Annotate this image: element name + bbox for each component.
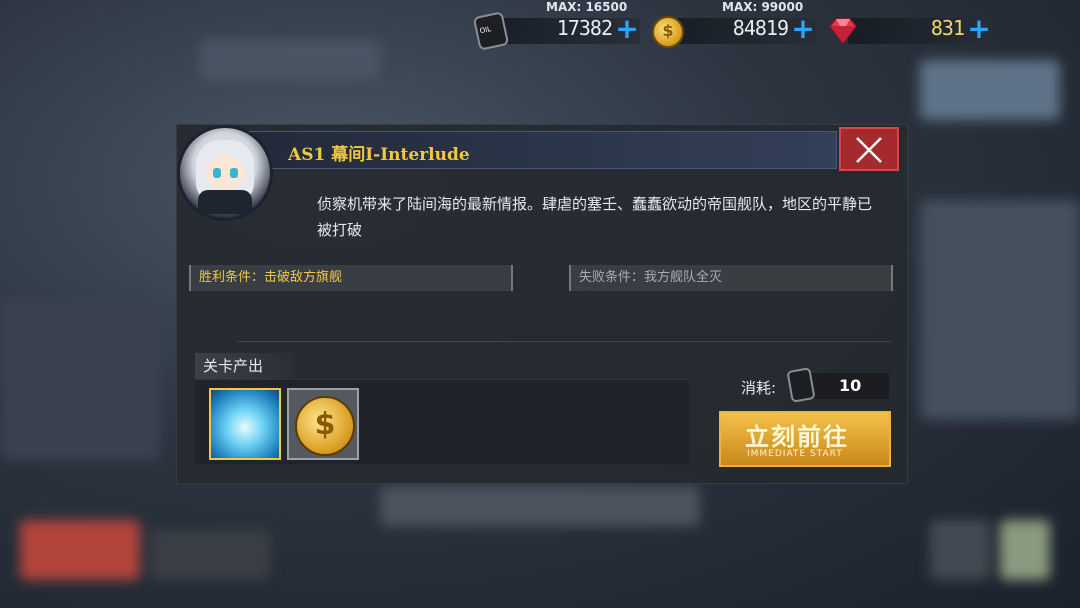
gold-coin-icon: $ xyxy=(652,16,684,48)
cube-icon[interactable] xyxy=(209,388,281,460)
victory-condition: 胜利条件：击破敌方旗舰 xyxy=(189,265,513,291)
stage-panel: AS1 幕间I-Interlude 侦察机带来了陆间海的最新情报。肆虐的塞壬、蠢… xyxy=(176,124,908,484)
commander-avatar xyxy=(177,125,273,221)
add-oil-button[interactable]: + xyxy=(614,15,640,43)
cost-value: 10 xyxy=(839,376,862,395)
start-button-sublabel: IMMEDIATE START xyxy=(747,449,843,459)
start-button-label: 立刻前往 xyxy=(745,422,849,451)
gold-value: 84819 xyxy=(732,16,789,40)
add-gem-button[interactable]: + xyxy=(966,15,992,43)
close-button[interactable] xyxy=(839,127,899,171)
gold-resource: MAX: 99000 $ 84819 + xyxy=(650,0,816,48)
defeat-condition: 失败条件：我方舰队全灭 xyxy=(569,265,893,291)
gem-resource: 831 + xyxy=(826,14,992,48)
drops-label: 关卡产出 xyxy=(195,353,295,379)
drops-list: $ xyxy=(195,379,689,464)
gem-value: 831 xyxy=(930,16,965,40)
oil-resource: MAX: 16500 OIL 17382 + xyxy=(472,0,640,51)
divider xyxy=(237,341,891,342)
stage-title-bar: AS1 幕间I-Interlude xyxy=(247,131,837,169)
stage-title: AS1 幕间I-Interlude xyxy=(288,145,470,165)
close-icon xyxy=(856,137,882,163)
add-gold-button[interactable]: + xyxy=(790,15,816,43)
oil-value: 17382 xyxy=(556,16,613,40)
immediate-start-button[interactable]: 立刻前往 IMMEDIATE START xyxy=(719,411,891,467)
gem-icon xyxy=(826,18,860,48)
cost-label: 消耗: xyxy=(741,379,777,397)
stage-description: 侦察机带来了陆间海的最新情报。肆虐的塞壬、蠢蠢欲动的帝国舰队，地区的平静已被打破 xyxy=(317,195,873,239)
gold-coin-icon[interactable]: $ xyxy=(287,388,359,460)
